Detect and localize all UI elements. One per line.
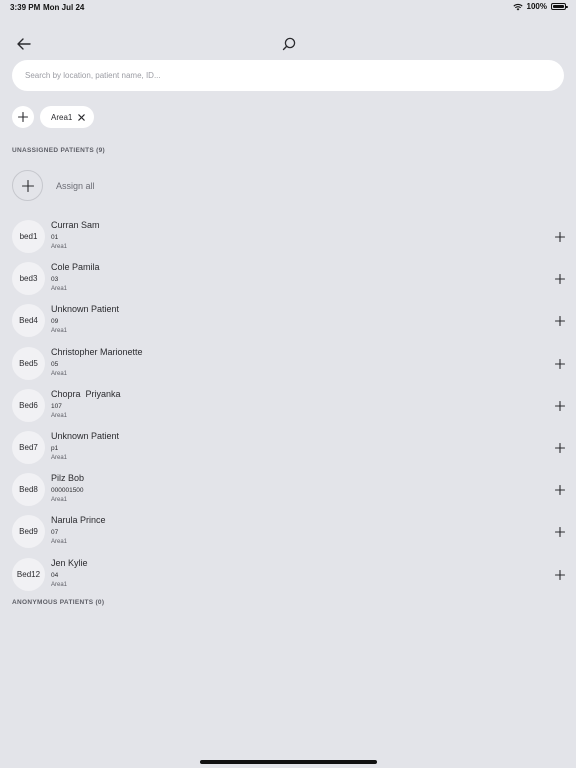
arrow-left-icon — [17, 38, 31, 50]
patient-id: 000001500 — [51, 487, 84, 495]
patient-area: Area1 — [51, 328, 68, 335]
patient-row[interactable]: Bed5 Christopher Marionette 05 Area1 — [0, 342, 576, 384]
status-indicators: 100% — [512, 2, 568, 11]
plus-icon — [555, 485, 565, 496]
filter-chip-label: Area1 — [51, 112, 73, 122]
assign-patient-button[interactable] — [553, 525, 567, 539]
patient-area: Area1 — [51, 454, 68, 461]
anonymous-patients-header: ANONYMOUS PATIENTS (0) — [12, 599, 105, 606]
bed-badge: Bed5 — [12, 346, 45, 380]
assign-patient-button[interactable] — [553, 272, 567, 286]
patient-id: p1 — [51, 444, 59, 452]
assign-patient-button[interactable] — [553, 314, 567, 328]
assign-all-circle — [12, 170, 43, 201]
plus-icon — [555, 232, 565, 242]
status-time: 3:39 PM — [10, 3, 41, 12]
bed-badge: bed3 — [12, 262, 45, 296]
filter-chip-area[interactable]: Area1 — [40, 106, 94, 128]
bed-badge: Bed6 — [12, 388, 45, 422]
patient-id: 09 — [51, 318, 59, 326]
bed-badge: Bed8 — [12, 473, 45, 507]
plus-icon — [555, 569, 565, 580]
assign-all-label: Assign all — [56, 180, 95, 191]
patient-name: Pilz Bob — [51, 473, 85, 484]
battery-percent: 100% — [526, 2, 547, 11]
patient-area: Area1 — [51, 581, 68, 588]
bed-badge: Bed9 — [12, 515, 45, 549]
patient-row[interactable]: bed1 Curran Sam 01 Area1 — [0, 215, 576, 257]
patient-area: Area1 — [51, 412, 68, 419]
search-button[interactable] — [279, 34, 299, 54]
patient-row[interactable]: Bed6 Chopra Priyanka 107 Area1 — [0, 384, 576, 426]
wifi-icon — [512, 3, 523, 10]
patient-row[interactable]: Bed9 Narula Prince 07 Area1 — [0, 510, 576, 552]
assign-all-button[interactable]: Assign all — [12, 169, 212, 202]
search-input[interactable] — [23, 70, 553, 81]
back-button[interactable] — [13, 34, 35, 54]
plus-icon — [18, 112, 28, 122]
assign-patient-button[interactable] — [553, 568, 567, 582]
patient-row[interactable]: Bed8 Pilz Bob 000001500 Area1 — [0, 468, 576, 510]
status-bar: 3:39 PM Mon Jul 24 100% — [0, 0, 576, 14]
status-date: Mon Jul 24 — [43, 3, 85, 12]
chip-remove-button[interactable] — [76, 112, 86, 122]
patient-area: Area1 — [51, 286, 68, 293]
patient-id: 107 — [51, 402, 62, 410]
patient-name: Unknown Patient — [51, 304, 120, 315]
plus-icon — [555, 527, 565, 538]
battery-icon — [551, 3, 568, 10]
patient-row[interactable]: Bed7 Unknown Patient p1 Area1 — [0, 426, 576, 468]
add-filter-button[interactable] — [12, 106, 34, 128]
patient-name: Unknown Patient — [51, 430, 120, 441]
unassigned-patient-list: bed1 Curran Sam 01 Area1 bed3 Cole Pamil… — [0, 215, 576, 595]
plus-icon — [555, 316, 565, 327]
patient-area: Area1 — [51, 539, 68, 546]
patient-name: Narula Prince — [51, 515, 106, 526]
assign-patient-button[interactable] — [553, 441, 567, 455]
bed-badge: bed1 — [12, 220, 45, 253]
patient-area: Area1 — [51, 244, 68, 250]
patient-name: Cole Pamila — [51, 262, 100, 273]
patient-name: Curran Sam — [51, 220, 100, 230]
plus-icon — [555, 442, 565, 453]
assign-patient-button[interactable] — [553, 399, 567, 413]
unassigned-patients-header: UNASSIGNED PATIENTS (9) — [12, 147, 105, 154]
plus-icon — [555, 400, 565, 411]
patient-id: 05 — [51, 360, 59, 368]
magnifier-icon — [282, 37, 296, 51]
bed-badge: Bed7 — [12, 430, 45, 464]
home-indicator[interactable] — [200, 760, 377, 764]
patient-area: Area1 — [51, 497, 68, 504]
patient-name: Christopher Marionette — [51, 346, 143, 357]
close-icon — [77, 113, 85, 121]
plus-icon — [555, 358, 565, 369]
assign-patient-button[interactable] — [553, 483, 567, 497]
search-field[interactable] — [12, 60, 564, 91]
patient-id: 04 — [51, 571, 59, 579]
patient-row[interactable]: Bed12 Jen Kylie 04 Area1 — [0, 553, 576, 595]
patient-row[interactable]: Bed4 Unknown Patient 09 Area1 — [0, 299, 576, 341]
patient-area: Area1 — [51, 370, 68, 377]
assign-patient-button[interactable] — [553, 230, 567, 244]
patient-name: Chopra Priyanka — [51, 388, 121, 399]
plus-icon — [555, 274, 565, 285]
patient-id: 01 — [51, 234, 59, 241]
patient-id: 03 — [51, 276, 59, 284]
patient-row[interactable]: bed3 Cole Pamila 03 Area1 — [0, 257, 576, 299]
patient-name: Jen Kylie — [51, 557, 88, 568]
bed-badge: Bed12 — [12, 557, 45, 591]
plus-icon — [21, 179, 34, 192]
bed-badge: Bed4 — [12, 304, 45, 338]
assign-patient-button[interactable] — [553, 357, 567, 371]
patient-id: 07 — [51, 529, 59, 537]
